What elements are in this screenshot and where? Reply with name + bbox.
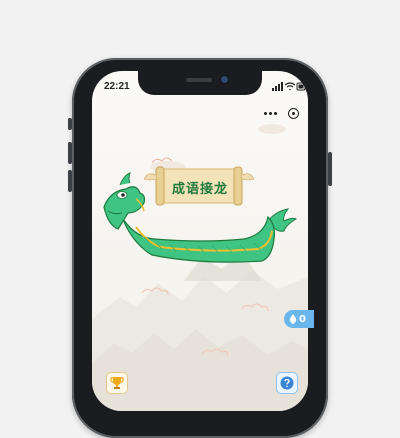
help-button[interactable] xyxy=(276,372,298,394)
power-button xyxy=(328,152,332,186)
status-icons xyxy=(272,82,306,91)
status-time: 22:21 xyxy=(104,81,130,92)
volume-up-button xyxy=(68,142,72,164)
mini-program-capsule xyxy=(258,103,304,123)
energy-badge[interactable]: 0 xyxy=(284,310,314,328)
trophy-icon xyxy=(110,377,124,389)
drop-icon xyxy=(289,314,297,324)
volume-down-button xyxy=(68,170,72,192)
camera xyxy=(221,76,228,83)
help-icon xyxy=(280,376,294,390)
notch xyxy=(138,71,262,95)
more-icon[interactable] xyxy=(263,111,277,115)
app-title: 成语接龙 xyxy=(171,181,228,197)
mute-switch xyxy=(68,118,72,130)
wifi-icon xyxy=(284,82,296,91)
close-target-icon[interactable] xyxy=(287,107,299,119)
energy-count: 0 xyxy=(299,313,306,325)
battery-icon xyxy=(296,82,306,91)
speaker xyxy=(186,78,212,82)
ranking-button[interactable] xyxy=(106,372,128,394)
signal-icon xyxy=(272,82,283,91)
